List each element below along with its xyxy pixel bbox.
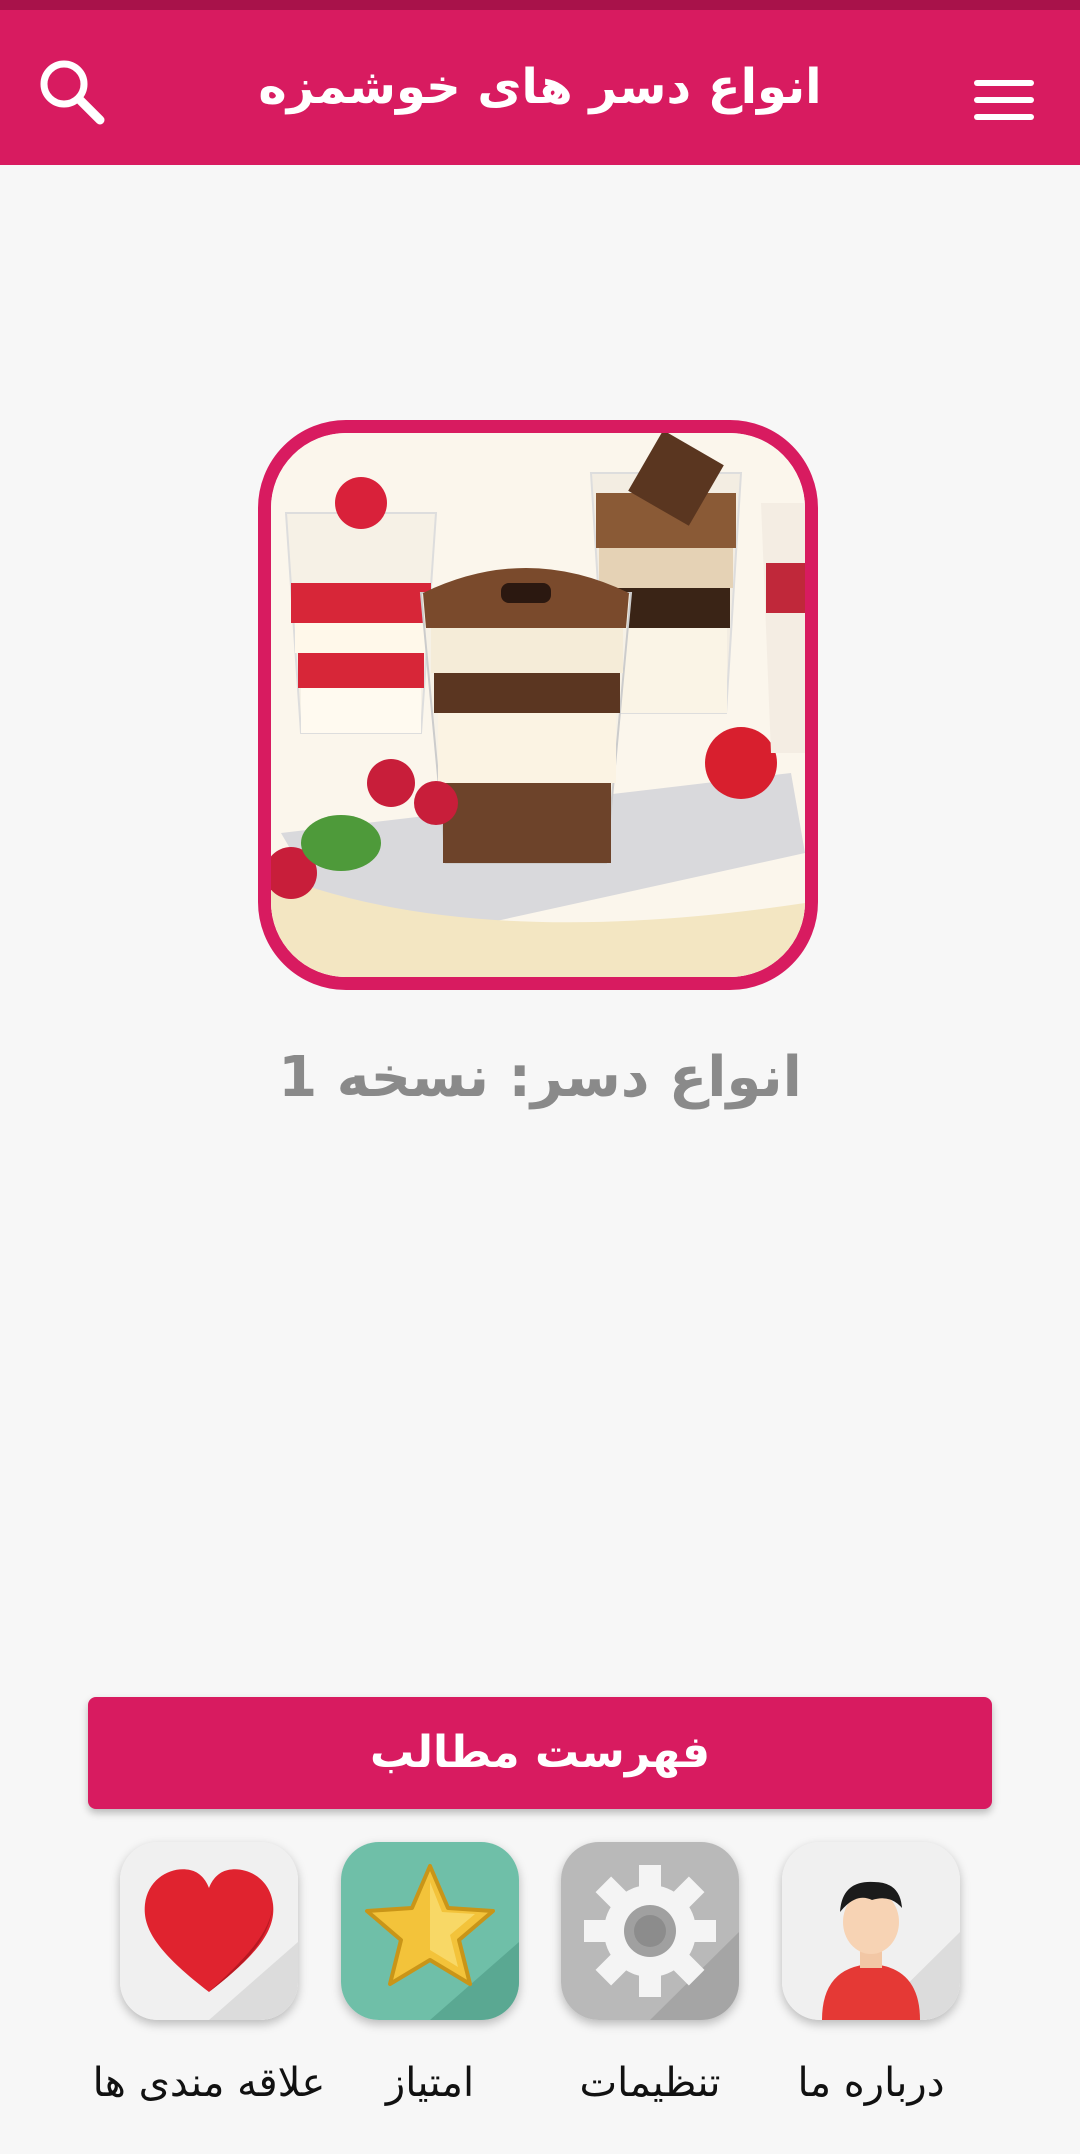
table-of-contents-button[interactable]: فهرست مطالب — [88, 1697, 992, 1809]
gear-icon — [561, 1842, 739, 2020]
about-us-tile[interactable] — [782, 1842, 960, 2020]
app-title: انواع دسر های خوشمزه — [258, 59, 822, 115]
settings-label: تنظیمات — [579, 2060, 721, 2106]
rate-tile[interactable] — [341, 1842, 519, 2020]
dessert-cups-photo — [271, 433, 805, 977]
star-icon — [341, 1842, 519, 2020]
user-icon — [782, 1842, 960, 2020]
about-us-label: درباره ما — [797, 2060, 945, 2106]
favorites-label: علاقه مندی ها — [92, 2060, 326, 2106]
heart-icon — [120, 1842, 298, 2020]
version-text: انواع دسر: نسخه 1 — [278, 1045, 802, 1110]
menu-button[interactable] — [960, 60, 1050, 140]
status-strip — [0, 0, 1080, 10]
settings-tile[interactable] — [561, 1842, 739, 2020]
app-bar: انواع دسر های خوشمزه — [0, 10, 1080, 165]
favorites-tile[interactable] — [120, 1842, 298, 2020]
cover-image — [258, 420, 818, 990]
rate-label: امتیاز — [385, 2060, 475, 2106]
